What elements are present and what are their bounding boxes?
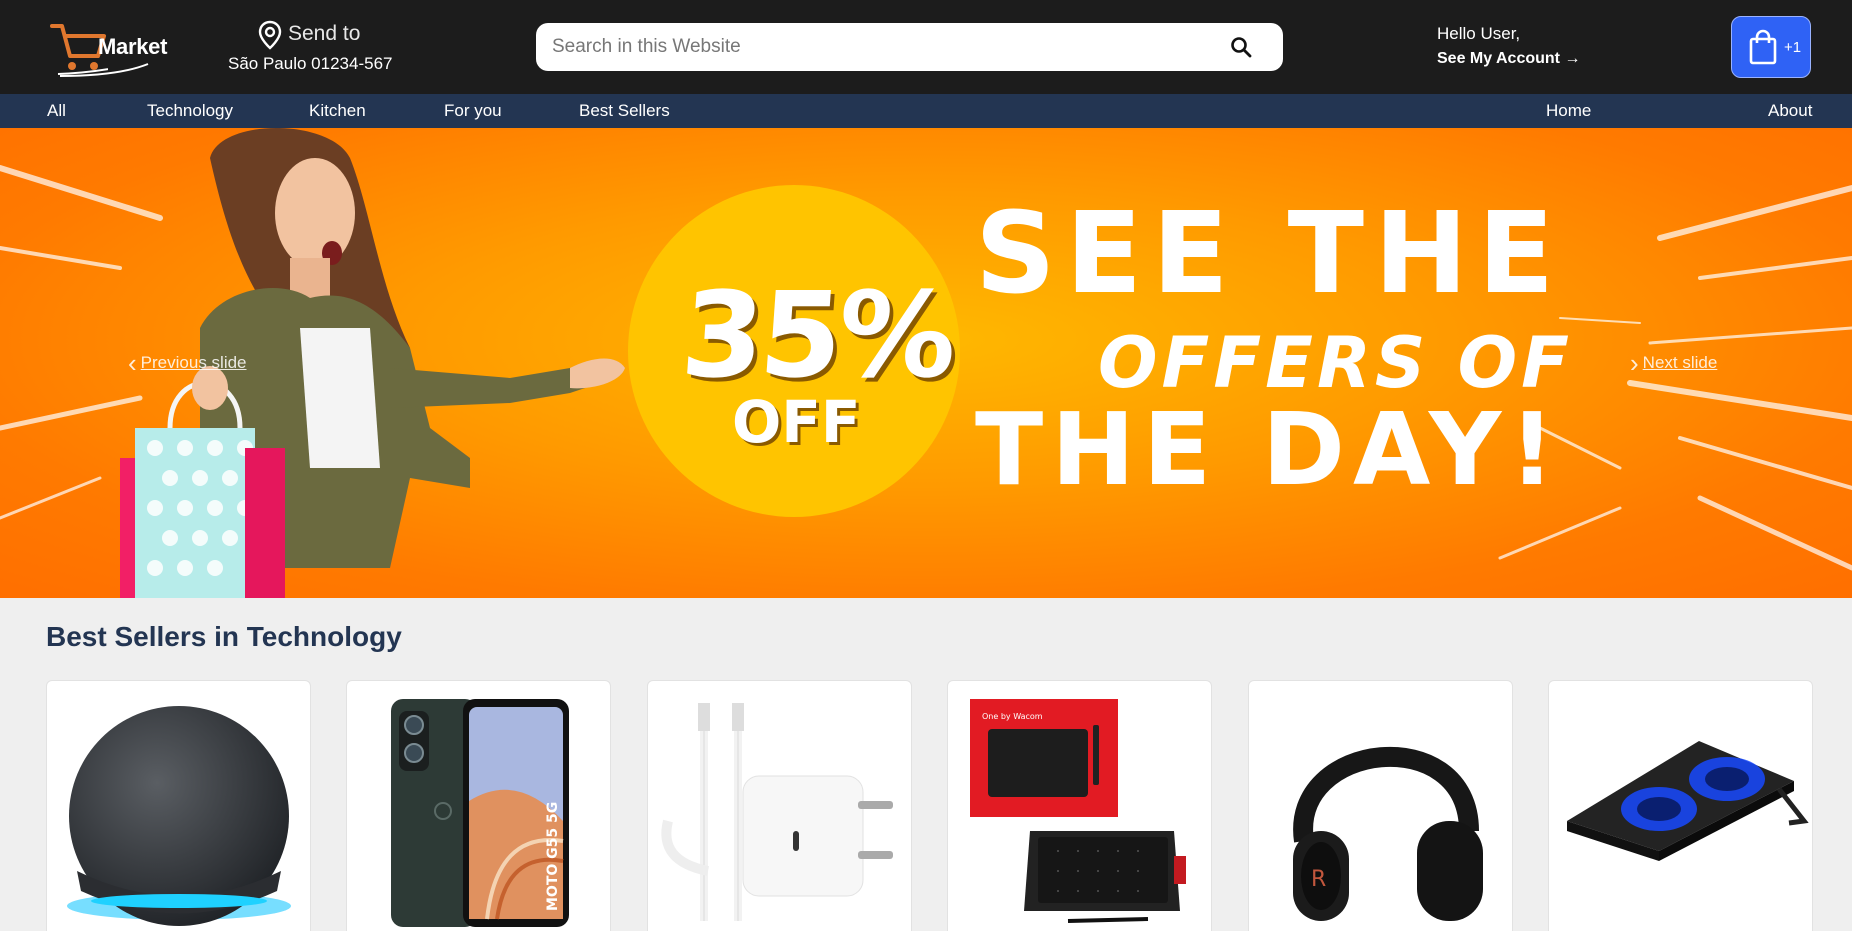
previous-slide-label: Previous slide xyxy=(140,353,247,372)
svg-text:MOTO G55 5G: MOTO G55 5G xyxy=(545,802,561,911)
cart-button[interactable]: +1 xyxy=(1731,16,1811,78)
drawing-tablet-icon: One by Wacom xyxy=(970,699,1186,923)
chevron-right-icon: › xyxy=(1630,348,1639,378)
location-pin-icon xyxy=(258,20,282,50)
product-card[interactable]: R xyxy=(1248,680,1513,931)
nav-technology[interactable]: Technology xyxy=(147,101,233,121)
section-title: Best Sellers in Technology xyxy=(46,621,402,652)
product-card[interactable] xyxy=(647,680,912,931)
search-bar xyxy=(536,23,1283,71)
smartphone-icon: MOTO G55 5G xyxy=(391,699,569,927)
delivery-location[interactable]: Send to São Paulo 01234-567 xyxy=(228,20,408,80)
nav-all[interactable]: All xyxy=(47,101,66,121)
discount-off-label: OFF xyxy=(732,388,861,456)
headline-line2: OFFERS OF xyxy=(1098,322,1573,404)
nav-kitchen[interactable]: Kitchen xyxy=(309,101,366,121)
nav-home[interactable]: Home xyxy=(1546,101,1591,121)
product-card[interactable] xyxy=(46,680,311,931)
nav-about[interactable]: About xyxy=(1768,101,1812,121)
previous-slide-button[interactable]: ‹ Previous slide xyxy=(128,348,247,379)
next-slide-button[interactable]: › Next slide xyxy=(1630,348,1717,379)
logo-swoosh-icon xyxy=(59,63,149,77)
greeting-text: Hello User, xyxy=(1437,24,1521,43)
nav-for-you[interactable]: For you xyxy=(444,101,502,121)
search-icon[interactable] xyxy=(1229,35,1253,59)
see-my-account-link[interactable]: See My Account → xyxy=(1437,50,1580,68)
market-logo[interactable]: Market xyxy=(48,20,176,80)
smart-speaker-icon xyxy=(67,706,291,926)
discount-percent: 35% xyxy=(677,266,958,404)
headphones-icon: R xyxy=(1293,746,1483,921)
hero-carousel: 35% OFF SEE THE OFFERS OF THE DAY! ‹ Pre… xyxy=(0,128,1852,598)
product-card[interactable]: One by Wacom xyxy=(947,680,1212,931)
search-input[interactable] xyxy=(552,23,1212,71)
product-card[interactable] xyxy=(1548,680,1813,931)
headline-line1: SEE THE xyxy=(975,189,1565,319)
cart-count: +1 xyxy=(1784,39,1802,56)
send-to-label: Send to xyxy=(288,22,361,45)
shopping-bag-icon xyxy=(1749,29,1777,65)
next-slide-label: Next slide xyxy=(1642,353,1718,372)
top-header: Market Send to São Paulo 01234-567 Hello… xyxy=(0,0,1852,94)
nav-best-sellers[interactable]: Best Sellers xyxy=(579,101,670,121)
svg-text:One by Wacom: One by Wacom xyxy=(982,712,1043,721)
category-nav: All Technology Kitchen For you Best Sell… xyxy=(0,94,1852,128)
svg-text:R: R xyxy=(1311,867,1326,892)
headline-line3: THE DAY! xyxy=(975,391,1563,508)
account-menu[interactable]: Hello User, See My Account → xyxy=(1437,24,1580,68)
chevron-left-icon: ‹ xyxy=(128,348,137,378)
product-card[interactable]: MOTO G55 5G xyxy=(346,680,611,931)
laptop-cooler-icon xyxy=(1567,741,1809,861)
charger-cable-icon xyxy=(661,703,893,921)
delivery-address: São Paulo 01234-567 xyxy=(228,54,393,73)
